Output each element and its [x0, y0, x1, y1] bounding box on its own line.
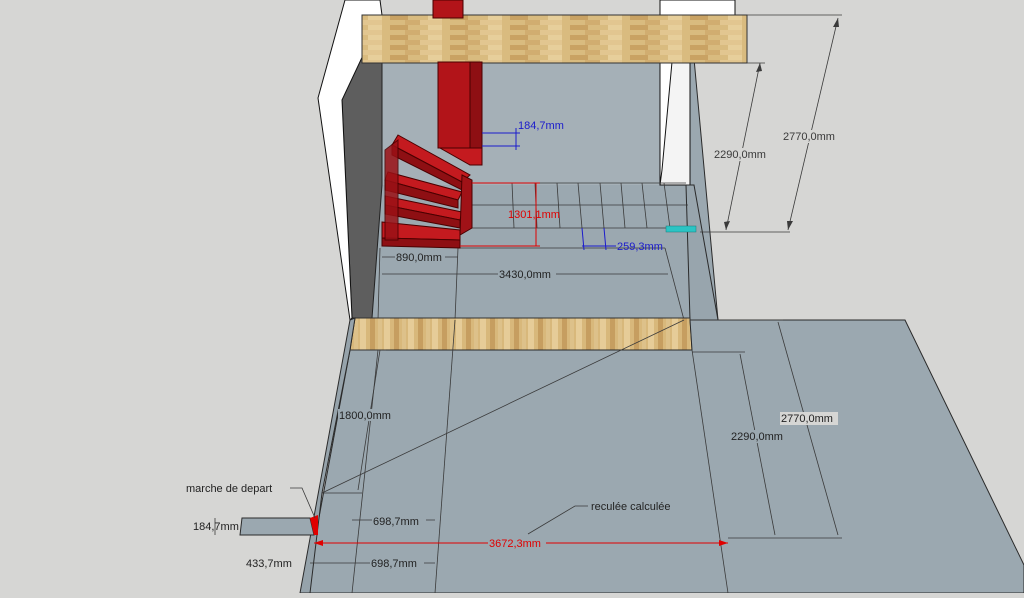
dim-upper-2770: 2770,0mm [783, 131, 835, 143]
label-marche-de-depart: marche de depart [186, 483, 272, 495]
cyan-marker [665, 225, 697, 233]
dim-riser-label: 184,7mm [518, 120, 564, 132]
dim-stair-height-label: 1301,1mm [508, 209, 560, 221]
dim-433: 433,7mm [246, 558, 292, 570]
starting-step [239, 517, 315, 536]
mid-beam [349, 317, 693, 351]
dim-184-step: 184,7mm [193, 521, 239, 533]
label-reculee-calculee: reculée calculée [591, 501, 671, 513]
model-canvas: 2290,0mm 2770,0mm 184,7mm 1301,1mm 259,3… [186, 0, 1024, 594]
dim-3430: 3430,0mm [499, 269, 551, 281]
dim-1800: 1800,0mm [339, 410, 391, 422]
dim-step-going-label: 259,3mm [617, 241, 663, 253]
dim-lower-2290: 2290,0mm [731, 431, 783, 443]
dim-lower-2770: 2770,0mm [781, 413, 833, 425]
dim-698-a: 698,7mm [373, 516, 419, 528]
lower-floor [304, 319, 1024, 594]
top-beam [361, 14, 748, 64]
dim-upper-2290: 2290,0mm [714, 149, 766, 161]
dim-698-b: 698,7mm [371, 558, 417, 570]
sketchup-viewport[interactable]: 2290,0mm 2770,0mm 184,7mm 1301,1mm 259,3… [0, 0, 1024, 594]
dim-reculee-value: 3672,3mm [489, 538, 541, 550]
dim-890: 890,0mm [396, 252, 442, 264]
